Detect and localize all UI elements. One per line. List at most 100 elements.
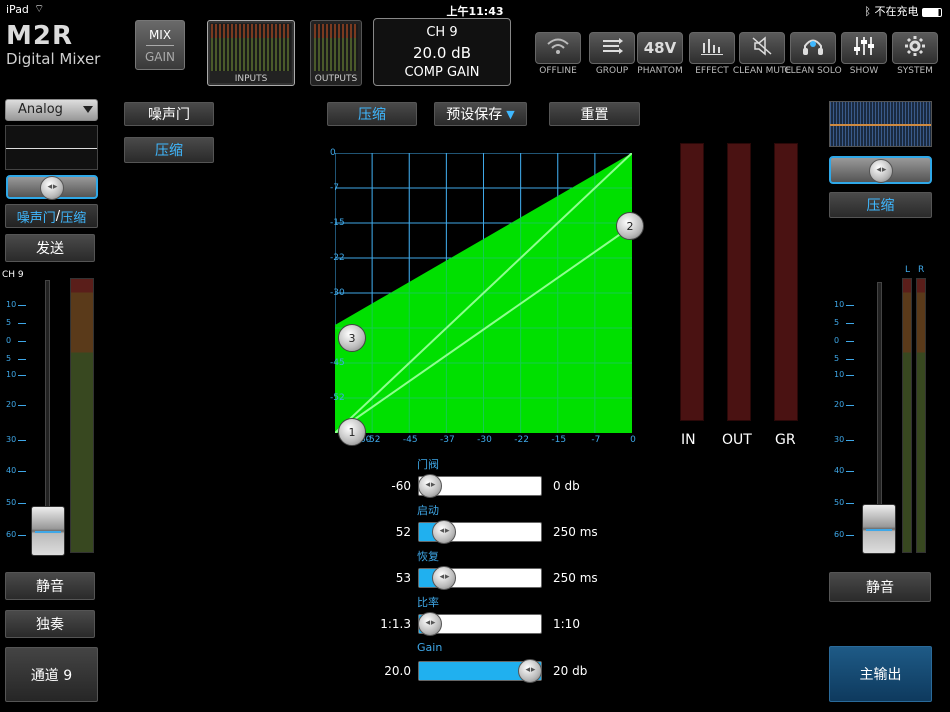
main-comp-button[interactable]: 压缩 bbox=[829, 192, 932, 218]
scale-tick-label: 50 bbox=[834, 498, 845, 507]
logo-brand: M2R bbox=[6, 21, 73, 51]
main-pan-knob[interactable] bbox=[869, 159, 893, 183]
release-max: 250 ms bbox=[553, 571, 598, 585]
source-value: Analog bbox=[18, 102, 63, 117]
curve-node-1[interactable]: 1 bbox=[338, 418, 366, 446]
scale-tick-mark bbox=[18, 341, 26, 342]
scale-tick-mark bbox=[846, 405, 854, 406]
reset-button[interactable]: 重置 bbox=[549, 102, 640, 126]
logo-subtitle: Digital Mixer bbox=[6, 50, 101, 68]
comp-title-button[interactable]: 压缩 bbox=[327, 102, 417, 126]
clean-mute-button[interactable] bbox=[739, 32, 785, 64]
threshold-slider-knob[interactable] bbox=[418, 474, 442, 498]
main-pan-control[interactable] bbox=[829, 156, 932, 184]
scale-tick-label: 5 bbox=[6, 354, 12, 363]
attack-value: 52 bbox=[395, 525, 411, 539]
gain-slider-knob[interactable] bbox=[518, 659, 542, 683]
preset-save-button[interactable]: 预设保存 ▼ bbox=[434, 102, 527, 126]
x-tick-label: -15 bbox=[551, 435, 567, 445]
main-fader-handle[interactable] bbox=[862, 504, 896, 554]
inputs-label: INPUTS bbox=[234, 74, 268, 84]
scale-tick-mark bbox=[846, 503, 854, 504]
scale-tick-mark bbox=[846, 440, 854, 441]
send-button[interactable]: 发送 bbox=[5, 234, 95, 262]
x-tick-label: -45 bbox=[402, 435, 418, 445]
effect-button[interactable] bbox=[689, 32, 735, 64]
display-param: COMP GAIN bbox=[404, 65, 480, 80]
pan-control[interactable] bbox=[6, 175, 98, 200]
main-output-button[interactable]: 主输出 bbox=[829, 646, 932, 702]
main-eq-thumbnail[interactable] bbox=[829, 101, 932, 147]
curve-node-3[interactable]: 3 bbox=[338, 324, 366, 352]
main-fader-scale: 10 5 0 5 10 20 30 40 50 60 bbox=[832, 290, 856, 550]
eq-curve-line bbox=[6, 148, 97, 149]
chevron-down-icon bbox=[83, 106, 93, 113]
left-channel-label: L bbox=[905, 265, 911, 275]
curve-node-2[interactable]: 2 bbox=[616, 212, 644, 240]
eq-thumbnail[interactable] bbox=[5, 125, 98, 170]
scale-tick-mark bbox=[846, 359, 854, 360]
scale-tick-mark bbox=[18, 375, 26, 376]
gr-meter-label: GR bbox=[775, 432, 796, 448]
left-level-meter bbox=[70, 278, 94, 553]
release-slider-knob[interactable] bbox=[432, 566, 457, 590]
in-meter-label: IN bbox=[681, 432, 696, 448]
mix-gain-divider bbox=[146, 45, 174, 46]
outputs-meter-preview bbox=[314, 24, 358, 71]
mute-speaker-icon bbox=[749, 35, 775, 61]
mix-gain-toggle[interactable]: MIX GAIN bbox=[135, 20, 185, 70]
preset-save-label: 预设保存 bbox=[446, 107, 503, 123]
scale-tick-mark bbox=[846, 305, 854, 306]
compressor-curve-graph[interactable]: 0-7-15-22-30-37-45-52-60 -60-52-45-37-30… bbox=[330, 148, 636, 445]
scale-tick-mark bbox=[18, 440, 26, 441]
status-bar: iPad ⌔ 上午11:43 ᛒ 不在充电 bbox=[0, 0, 950, 18]
scale-tick-label: 10 bbox=[834, 300, 845, 309]
scale-tick-mark bbox=[18, 503, 26, 504]
offline-button[interactable] bbox=[535, 32, 581, 64]
gain-max: 20 db bbox=[553, 664, 588, 678]
clean-solo-button[interactable] bbox=[790, 32, 836, 64]
scale-tick-label: 0 bbox=[834, 336, 840, 345]
channel-name-button[interactable]: 通道 9 bbox=[5, 647, 98, 702]
display-channel: CH 9 bbox=[426, 25, 458, 40]
scale-tick-label: 5 bbox=[834, 318, 840, 327]
x-tick-label: -22 bbox=[514, 435, 529, 445]
system-button[interactable] bbox=[892, 32, 938, 64]
dyn-comp-label: 压缩 bbox=[60, 210, 87, 226]
scale-tick-label: 0 bbox=[6, 336, 12, 345]
main-meter-left bbox=[902, 278, 912, 553]
group-button[interactable] bbox=[589, 32, 635, 64]
scale-tick-label: 20 bbox=[834, 400, 845, 409]
pan-knob[interactable] bbox=[40, 176, 64, 200]
phantom-48v-icon: 48V bbox=[643, 39, 677, 57]
ratio-label: 比率 bbox=[417, 596, 439, 609]
phantom-button[interactable]: 48V bbox=[637, 32, 683, 64]
inputs-button[interactable]: INPUTS bbox=[207, 20, 295, 86]
battery-status: ᛒ 不在充电 bbox=[864, 3, 942, 19]
y-tick-label: -22 bbox=[330, 253, 345, 263]
gr-meter bbox=[774, 143, 798, 421]
ratio-slider-knob[interactable] bbox=[418, 612, 442, 636]
scale-tick-label: 40 bbox=[6, 466, 17, 475]
gain-label: GAIN bbox=[144, 50, 176, 64]
outputs-button[interactable]: OUTPUTS bbox=[310, 20, 362, 86]
show-button[interactable] bbox=[841, 32, 887, 64]
x-tick-label: -7 bbox=[591, 435, 601, 445]
source-select[interactable]: Analog bbox=[5, 99, 98, 121]
solo-button[interactable]: 独奏 bbox=[5, 610, 95, 638]
x-tick-label: -30 bbox=[477, 435, 492, 445]
attack-slider-knob[interactable] bbox=[432, 520, 457, 544]
inputs-meter-preview bbox=[211, 24, 291, 71]
mute-button[interactable]: 静音 bbox=[5, 572, 95, 600]
main-mute-button[interactable]: 静音 bbox=[829, 572, 931, 602]
ratio-max: 1:10 bbox=[553, 617, 580, 631]
display-value: 20.0 dB bbox=[413, 44, 471, 62]
tab-gate[interactable]: 噪声门 bbox=[124, 102, 214, 126]
out-meter bbox=[727, 143, 751, 421]
left-fader-handle[interactable] bbox=[31, 506, 65, 556]
y-tick-label: -45 bbox=[330, 358, 345, 368]
dynamics-button[interactable]: 噪声门 / 压缩 bbox=[5, 204, 98, 228]
scale-tick-label: 40 bbox=[834, 466, 845, 475]
channel-label: CH 9 bbox=[2, 270, 24, 280]
tab-compressor[interactable]: 压缩 bbox=[124, 137, 214, 163]
